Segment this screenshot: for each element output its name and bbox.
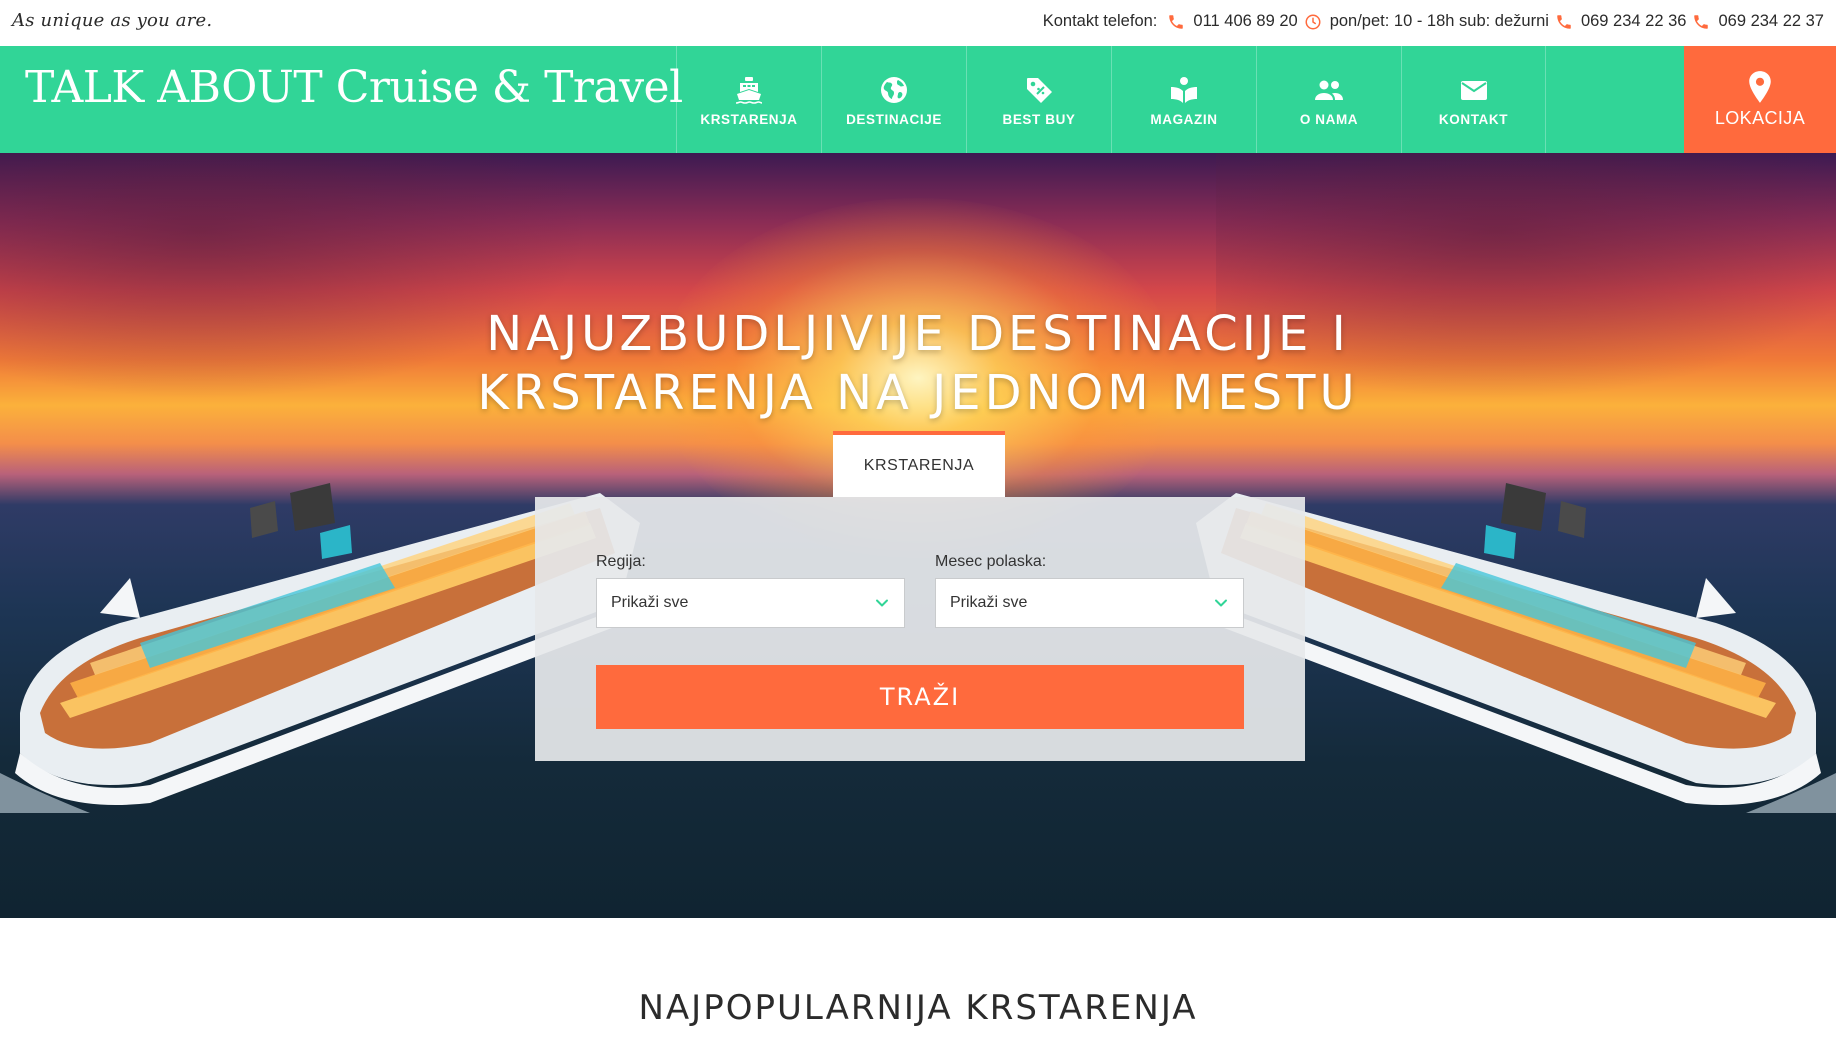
nav-item-destinacije[interactable]: DESTINACIJE [821,46,966,153]
contact-phone-1[interactable]: 011 406 89 20 [1167,12,1298,31]
phone-icon [1694,14,1709,29]
hero-banner: NAJUZBUDLJIVIJE DESTINACIJE I KRSTARENJA… [0,153,1836,918]
hero-title-line-2: KRSTARENJA NA JEDNOM MESTU [477,365,1359,421]
search-button[interactable]: TRAŽI [596,665,1244,729]
month-label: Mesec polaska: [935,553,1047,570]
tagline: As unique as you are. [12,10,213,31]
nav-label: MAGAZIN [1150,112,1218,127]
nav-label: KONTAKT [1438,112,1509,127]
month-field: Mesec polaska: Prikaži sve [935,553,1244,628]
main-navbar: TALK ABOUT Cruise & Travel KRSTARENJA DE… [0,46,1836,153]
contact-phone-3[interactable]: 069 234 22 37 [1692,12,1824,31]
chevron-down-icon [876,599,888,607]
people-icon [1315,80,1343,100]
region-field: Regija: Prikaži sve [596,553,905,628]
phone-icon [1169,14,1184,29]
working-hours: pon/pet: 10 - 18h sub: dežurni [1304,12,1549,31]
clock-icon [1305,14,1321,29]
hours-text: pon/pet: 10 - 18h sub: dežurni [1329,12,1549,30]
site-logo[interactable]: TALK ABOUT Cruise & Travel [25,66,683,110]
nav-label: KRSTARENJA [700,112,798,127]
contact-phone-2[interactable]: 069 234 22 36 [1555,12,1687,31]
book-icon [1171,77,1197,103]
hero-title: NAJUZBUDLJIVIJE DESTINACIJE I KRSTARENJA… [0,305,1836,423]
region-select-value: Prikaži sve [611,594,689,611]
location-label: LOKACIJA [1714,108,1806,128]
popular-cruises-title: NAJPOPULARNIJA KRSTARENJA [638,988,1198,1028]
month-select[interactable]: Prikaži sve [935,578,1244,628]
phone-number-1: 011 406 89 20 [1193,12,1298,30]
nav-label: BEST BUY [1002,112,1076,127]
contact-label: Kontakt telefon: [1042,12,1158,30]
nav-item-magazin[interactable]: MAGAZIN [1111,46,1256,153]
nav-label: O NAMA [1299,112,1359,127]
tag-icon [1027,78,1052,103]
main-nav: KRSTARENJA DESTINACIJE BEST BUY MAGAZIN … [676,46,1546,153]
region-select[interactable]: Prikaži sve [596,578,905,628]
mail-icon [1460,81,1487,100]
location-pin-icon [1749,71,1771,103]
chevron-down-icon [1215,599,1227,607]
phone-icon [1557,14,1571,29]
phone-number-2: 069 234 22 36 [1580,12,1687,30]
location-button[interactable]: LOKACIJA [1684,46,1836,153]
nav-item-kontakt[interactable]: KONTAKT [1401,46,1546,153]
contact-info: Kontakt telefon: 011 406 89 20 pon/pet: … [1043,12,1824,31]
search-panel: Regija: Prikaži sve Mesec polaska: Prika… [535,497,1305,761]
phone-number-3: 069 234 22 37 [1718,12,1824,30]
tab-krstarenja[interactable]: KRSTARENJA [833,431,1005,497]
globe-icon [881,77,907,103]
nav-label: DESTINACIJE [846,112,942,127]
top-bar: As unique as you are. Kontakt telefon: 0… [0,0,1836,46]
nav-item-best-buy[interactable]: BEST BUY [966,46,1111,153]
ship-icon [735,77,763,104]
nav-item-o-nama[interactable]: O NAMA [1256,46,1401,153]
nav-item-krstarenja[interactable]: KRSTARENJA [676,46,821,153]
region-label: Regija: [596,553,646,570]
hero-title-line-1: NAJUZBUDLJIVIJE DESTINACIJE I [486,306,1350,362]
month-select-value: Prikaži sve [950,594,1028,611]
